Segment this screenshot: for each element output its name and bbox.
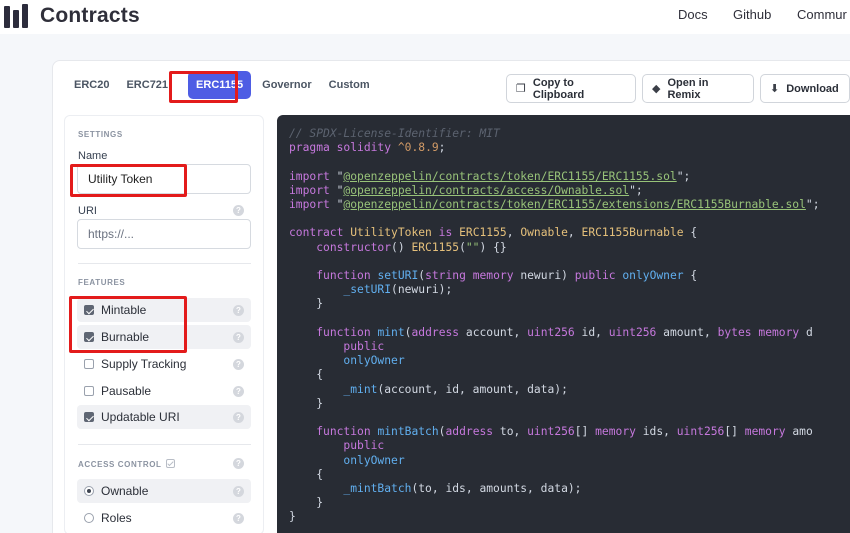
divider: [78, 263, 251, 264]
uri-input[interactable]: https://...: [77, 219, 251, 249]
pausable-label: Pausable: [101, 384, 152, 398]
access-control-toggle-icon[interactable]: [165, 459, 175, 468]
roles-label: Roles: [101, 511, 132, 525]
feature-updatable-uri[interactable]: Updatable URI: [77, 405, 251, 429]
settings-heading: SETTINGS: [78, 130, 123, 139]
supply-tracking-label: Supply Tracking: [101, 357, 187, 371]
feature-supply-tracking[interactable]: Supply Tracking: [77, 352, 251, 376]
remix-icon: ◆: [652, 83, 661, 95]
tab-erc721[interactable]: ERC721: [118, 71, 176, 99]
access-help-icon[interactable]: ?: [233, 458, 244, 469]
ownable-help-icon[interactable]: ?: [233, 486, 244, 497]
brand-title: Contracts: [40, 4, 140, 27]
updatable-uri-label: Updatable URI: [101, 410, 180, 424]
pausable-help-icon[interactable]: ?: [233, 386, 244, 397]
code-block: // SPDX-License-Identifier: MIT pragma s…: [289, 127, 820, 524]
nav-github[interactable]: Github: [733, 7, 771, 22]
access-control-heading: ACCESS CONTROL: [78, 459, 175, 469]
highlight-features: [69, 296, 187, 353]
tab-governor[interactable]: Governor: [254, 71, 320, 99]
burnable-help-icon[interactable]: ?: [233, 332, 244, 343]
features-heading: FEATURES: [78, 278, 126, 287]
access-roles[interactable]: Roles: [77, 506, 251, 530]
supply-tracking-checkbox[interactable]: [84, 359, 94, 369]
copy-to-clipboard-button[interactable]: ❐ Copy to Clipboard: [506, 74, 636, 103]
tab-custom[interactable]: Custom: [321, 71, 378, 99]
brand-logo[interactable]: Contracts: [4, 4, 140, 28]
copy-icon: ❐: [516, 83, 526, 95]
mintable-help-icon[interactable]: ?: [233, 305, 244, 316]
updatable-uri-checkbox[interactable]: [84, 412, 94, 422]
code-editor[interactable]: // SPDX-License-Identifier: MIT pragma s…: [277, 115, 850, 533]
uri-help-icon[interactable]: ?: [233, 205, 244, 216]
nav-community[interactable]: Commur: [797, 7, 847, 22]
roles-radio[interactable]: [84, 513, 94, 523]
uri-label: URI: [78, 205, 97, 217]
highlight-name-input: [70, 164, 187, 197]
name-label: Name: [78, 150, 108, 162]
feature-pausable[interactable]: Pausable: [77, 379, 251, 403]
supply-tracking-help-icon[interactable]: ?: [233, 359, 244, 370]
nav-docs[interactable]: Docs: [678, 7, 708, 22]
access-control-label: ACCESS CONTROL: [78, 460, 162, 469]
ownable-radio[interactable]: [84, 486, 94, 496]
tab-erc20[interactable]: ERC20: [66, 71, 117, 99]
highlight-erc1155-tab: [169, 71, 238, 103]
download-icon: ⬇: [770, 83, 780, 95]
logo-icon: [4, 4, 32, 28]
access-ownable[interactable]: Ownable: [77, 479, 251, 503]
remix-label: Open in Remix: [667, 76, 709, 101]
top-nav: Contracts Docs Github Commur: [0, 0, 850, 34]
roles-help-icon[interactable]: ?: [233, 513, 244, 524]
pausable-checkbox[interactable]: [84, 386, 94, 396]
open-in-remix-button[interactable]: ◆ Open in Remix: [642, 74, 754, 103]
ownable-label: Ownable: [101, 484, 149, 498]
updatable-uri-help-icon[interactable]: ?: [233, 412, 244, 423]
download-label: Download: [786, 82, 839, 95]
divider: [78, 444, 251, 445]
copy-label: Copy to Clipboard: [532, 76, 585, 101]
download-button[interactable]: ⬇ Download: [760, 74, 850, 103]
